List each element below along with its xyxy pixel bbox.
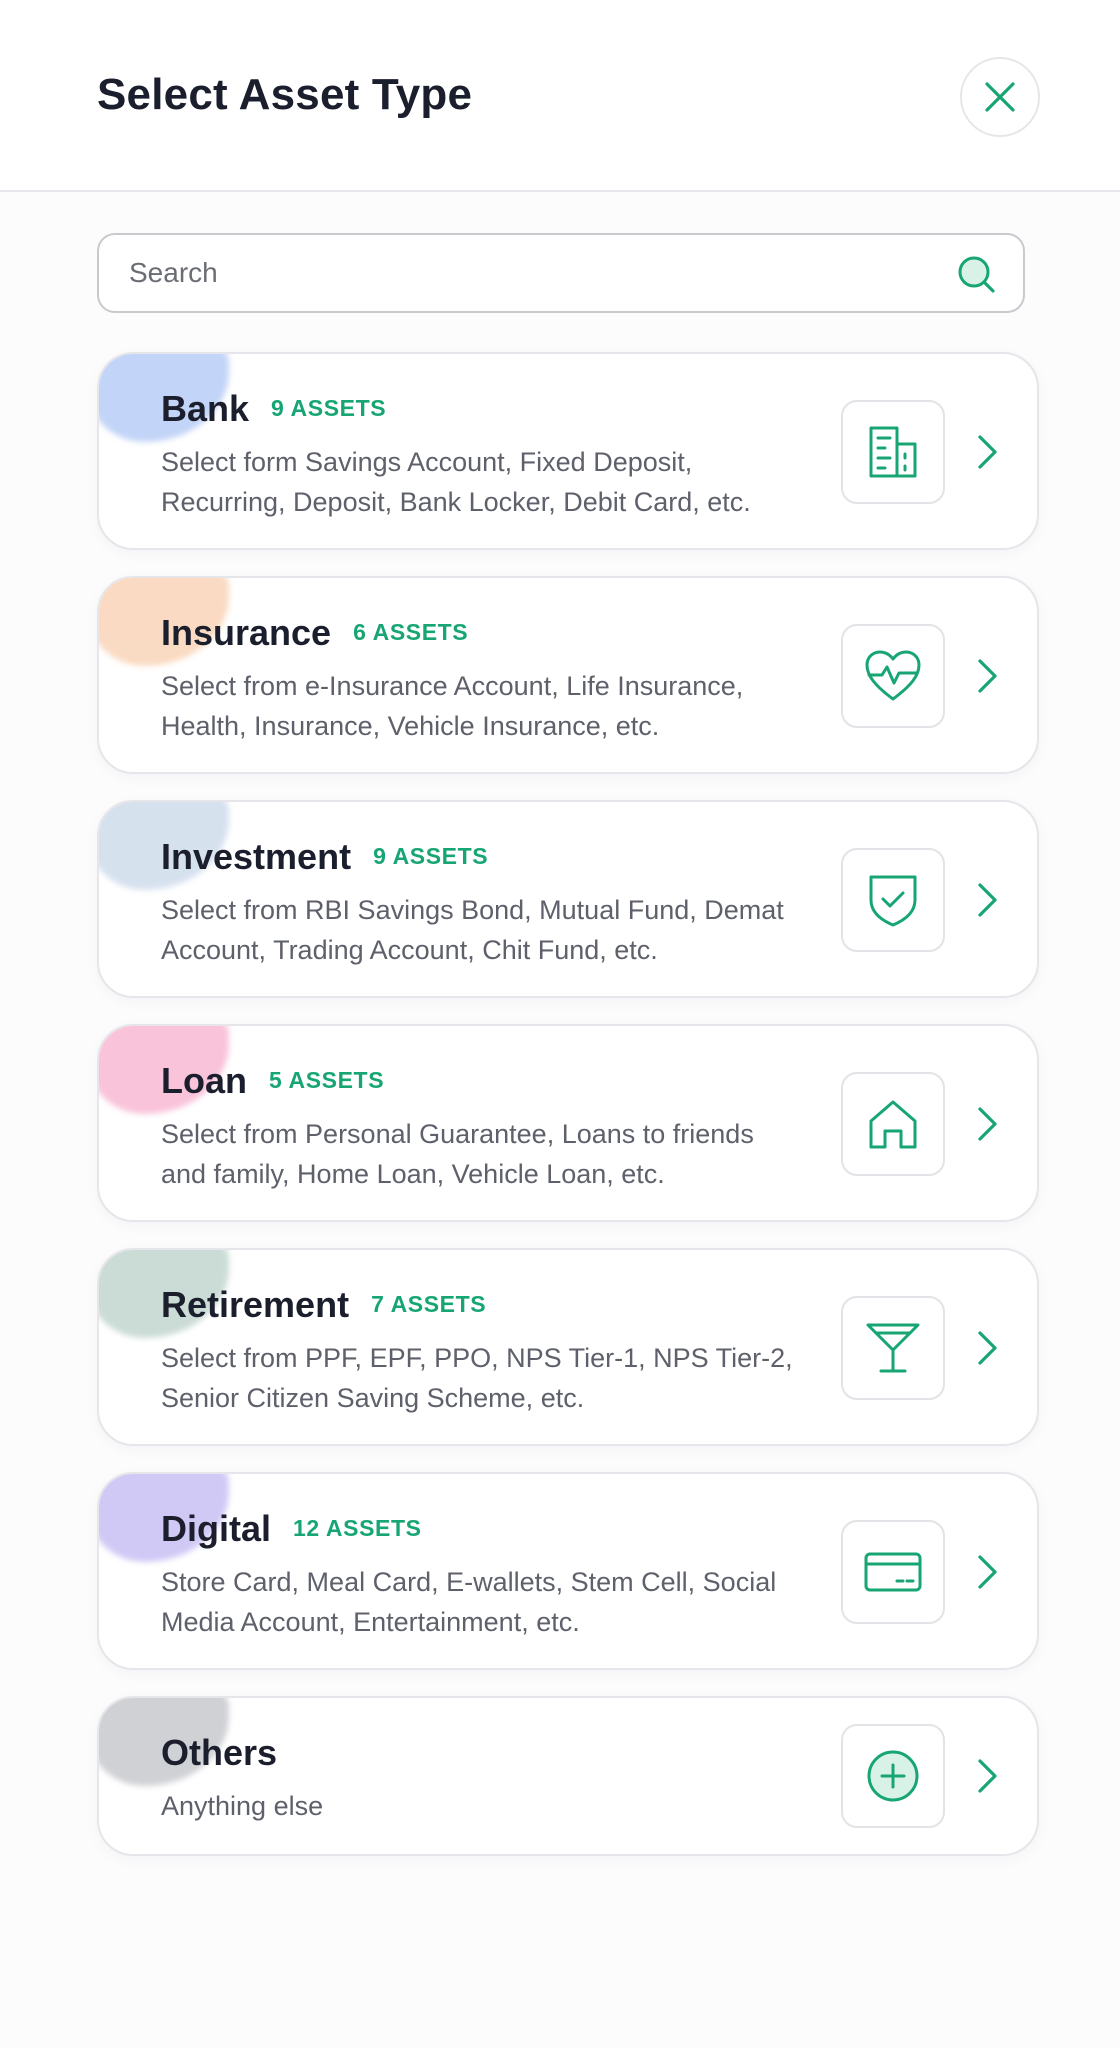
card-icon-box <box>841 1296 945 1400</box>
card-icon-box <box>841 848 945 952</box>
asset-card-others[interactable]: Others Anything else <box>97 1696 1039 1856</box>
card-description: Store Card, Meal Card, E-wallets, Stem C… <box>161 1567 777 1637</box>
asset-card-retirement[interactable]: Retirement 7 ASSETS Select from PPF, EPF,… <box>97 1248 1039 1446</box>
chevron-right-icon[interactable] <box>967 1756 1007 1796</box>
credit-card-icon <box>864 1552 922 1592</box>
chevron-right-icon[interactable] <box>967 432 1007 472</box>
card-title: Digital <box>161 1508 272 1549</box>
card-icon-box <box>841 1724 945 1828</box>
card-description: Select from RBI Savings Bond, Mutual Fun… <box>161 895 784 965</box>
asset-count-badge: 5 ASSETS <box>269 1067 385 1093</box>
chevron-right-icon[interactable] <box>967 1552 1007 1592</box>
card-description: Select from e-Insurance Account, Life In… <box>161 671 744 741</box>
asset-card-bank[interactable]: Bank 9 ASSETS Select form Savings Account… <box>97 352 1039 550</box>
card-icon-box <box>841 1072 945 1176</box>
chevron-right-icon[interactable] <box>967 656 1007 696</box>
asset-count-badge: 9 ASSETS <box>373 843 489 869</box>
plus-circle-icon <box>867 1750 919 1802</box>
search-input[interactable] <box>129 235 949 311</box>
card-icon-box <box>841 400 945 504</box>
card-description: Select from PPF, EPF, PPO, NPS Tier-1, N… <box>161 1343 793 1413</box>
search-icon[interactable] <box>957 255 997 295</box>
chevron-right-icon[interactable] <box>967 1104 1007 1144</box>
building-icon <box>869 426 917 478</box>
card-description: Select from Personal Guarantee, Loans to… <box>161 1119 754 1189</box>
asset-count-badge: 9 ASSETS <box>271 395 387 421</box>
card-title: Insurance <box>161 612 332 653</box>
chevron-right-icon[interactable] <box>967 1328 1007 1368</box>
asset-card-insurance[interactable]: Insurance 6 ASSETS Select from e-Insuranc… <box>97 576 1039 774</box>
asset-count-badge: 7 ASSETS <box>371 1291 487 1317</box>
card-title: Loan <box>161 1060 247 1101</box>
page-title: Select Asset Type <box>97 70 473 119</box>
card-description: Select form Savings Account, Fixed Depos… <box>161 447 751 517</box>
close-button[interactable] <box>960 57 1040 137</box>
chevron-right-icon[interactable] <box>967 880 1007 920</box>
asset-count-badge: 12 ASSETS <box>293 1515 422 1541</box>
card-title: Bank <box>161 388 250 429</box>
search-box[interactable] <box>97 233 1025 313</box>
card-icon-box <box>841 624 945 728</box>
card-icon-box <box>841 1520 945 1624</box>
shield-check-icon <box>869 875 917 927</box>
header: Select Asset Type <box>0 0 1120 192</box>
cocktail-glass-icon <box>866 1323 920 1373</box>
asset-card-digital[interactable]: Digital 12 ASSETS Store Card, Meal Card, … <box>97 1472 1039 1670</box>
card-title: Others <box>161 1732 278 1773</box>
home-icon <box>869 1100 917 1149</box>
asset-card-investment[interactable]: Investment 9 ASSETS Select from RBI Savin… <box>97 800 1039 998</box>
card-title: Investment <box>161 836 352 877</box>
card-description: Anything else <box>161 1791 324 1821</box>
heart-pulse-icon <box>865 650 921 701</box>
asset-card-loan[interactable]: Loan 5 ASSETS Select from Personal Guaran… <box>97 1024 1039 1222</box>
card-title: Retirement <box>161 1284 350 1325</box>
close-icon <box>985 82 1015 112</box>
asset-count-badge: 6 ASSETS <box>353 619 469 645</box>
